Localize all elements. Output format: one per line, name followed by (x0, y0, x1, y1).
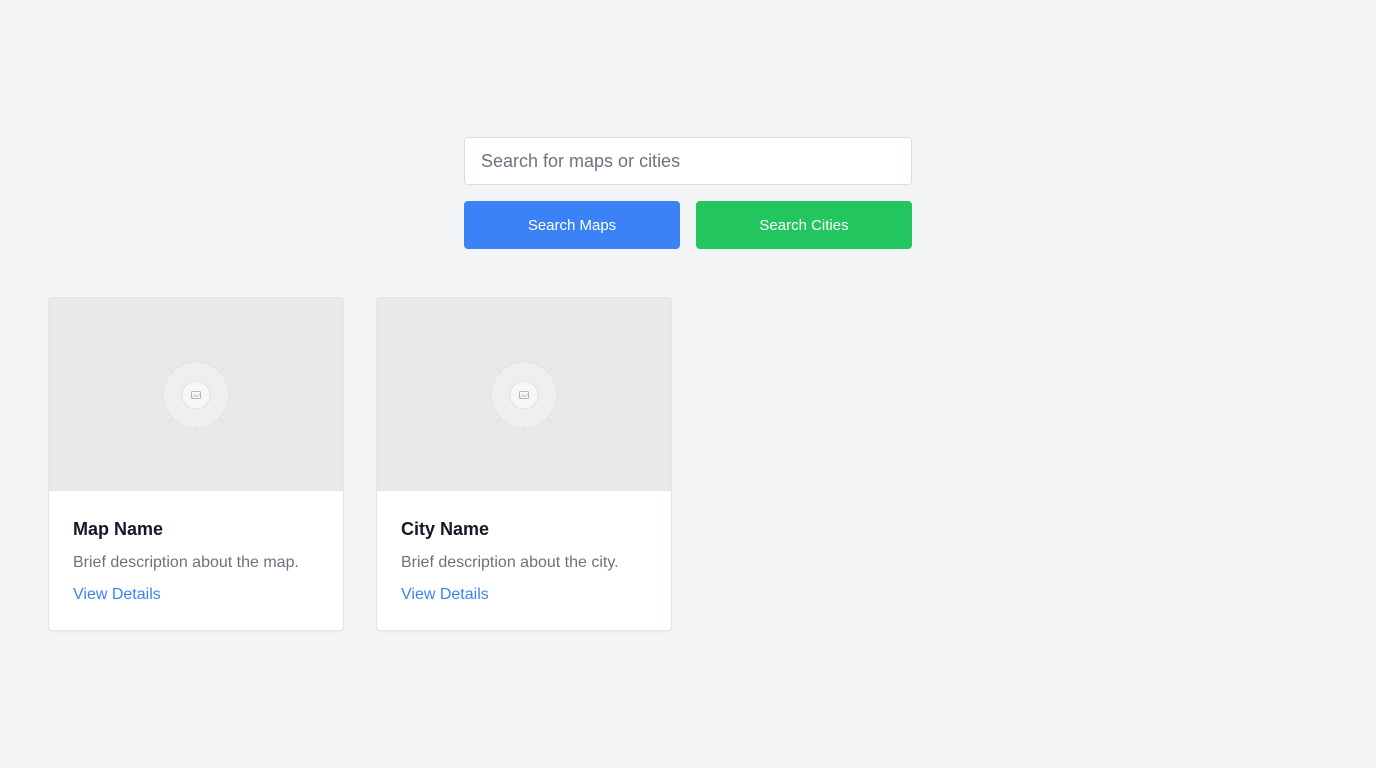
card-body: City Name Brief description about the ci… (377, 491, 671, 605)
view-details-link[interactable]: View Details (73, 585, 161, 605)
card-image-placeholder (377, 298, 671, 491)
search-maps-button[interactable]: Search Maps (464, 201, 680, 249)
card-description: Brief description about the map. (73, 554, 299, 571)
card-description: Brief description about the city. (401, 554, 619, 571)
card-title: City Name (401, 519, 490, 539)
image-placeholder-icon (158, 356, 234, 433)
search-area: Search Maps Search Cities (464, 137, 912, 249)
search-buttons: Search Maps Search Cities (464, 201, 912, 249)
card-body: Map Name Brief description about the map… (49, 491, 343, 605)
map-card: Map Name Brief description about the map… (48, 297, 344, 631)
page: Search Maps Search Cities (0, 0, 1376, 768)
city-card: City Name Brief description about the ci… (376, 297, 672, 631)
card-title: Map Name (73, 519, 164, 539)
search-input[interactable] (464, 137, 912, 185)
results-grid: Map Name Brief description about the map… (48, 297, 672, 631)
view-details-link[interactable]: View Details (401, 585, 489, 605)
image-placeholder-icon (486, 356, 562, 433)
card-image-placeholder (49, 298, 343, 491)
search-cities-button[interactable]: Search Cities (696, 201, 912, 249)
